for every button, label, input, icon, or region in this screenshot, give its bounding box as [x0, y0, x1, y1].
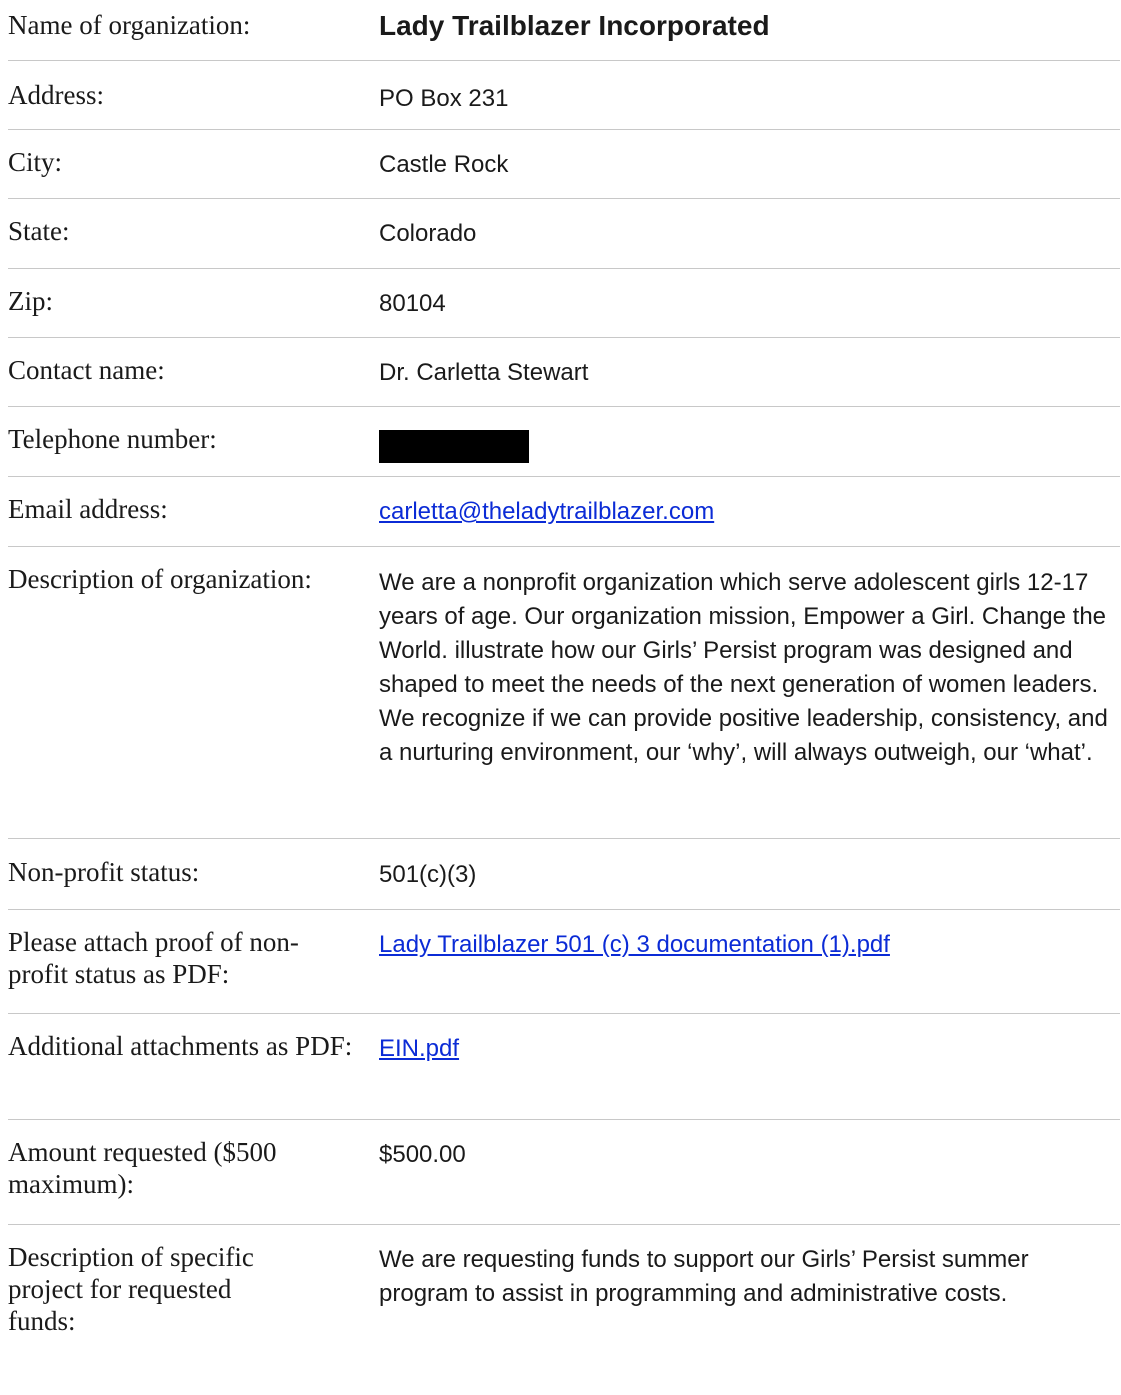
- proof-attachment-value: Lady Trailblazer 501 (c) 3 documentation…: [379, 926, 1120, 962]
- city-value: Castle Rock: [379, 151, 509, 178]
- email-label: Email address:: [8, 494, 168, 524]
- nonprofit-status-value: 501(c)(3): [379, 861, 477, 888]
- address-value: PO Box 231: [379, 85, 509, 112]
- amount-requested-value: $500.00: [379, 1141, 466, 1168]
- ein-attachment-link[interactable]: EIN.pdf: [379, 1035, 459, 1062]
- row-state: State: Colorado: [8, 199, 1120, 269]
- row-additional-attachments: Additional attachments as PDF: EIN.pdf: [8, 1014, 1120, 1120]
- organization-description-label: Description of organization:: [8, 564, 312, 594]
- additional-attachments-value: EIN.pdf: [379, 1030, 1120, 1066]
- state-value: Colorado: [379, 220, 477, 247]
- proof-attachment-link[interactable]: Lady Trailblazer 501 (c) 3 documentation…: [379, 931, 890, 958]
- row-address: Address: PO Box 231: [8, 61, 1120, 130]
- organization-name-label: Name of organization:: [8, 10, 251, 40]
- organization-description-value: We are a nonprofit organization which se…: [379, 569, 1108, 766]
- row-contact-name: Contact name: Dr. Carletta Stewart: [8, 338, 1120, 407]
- row-zip: Zip: 80104: [8, 269, 1120, 338]
- telephone-value: [379, 423, 1120, 473]
- email-value: carletta@theladytrailblazer.com: [379, 493, 1120, 529]
- additional-attachments-label: Additional attachments as PDF:: [8, 1031, 353, 1061]
- grant-application-form: Name of organization: Lady Trailblazer I…: [8, 0, 1120, 1365]
- contact-name-label: Contact name:: [8, 355, 165, 385]
- row-project-description: Description of specific project for requ…: [8, 1225, 1120, 1365]
- amount-requested-label: Amount requested ($500 maximum):: [8, 1137, 277, 1199]
- row-telephone: Telephone number:: [8, 407, 1120, 477]
- row-proof-attachment: Please attach proof of non-profit status…: [8, 910, 1120, 1014]
- address-label: Address:: [8, 80, 104, 110]
- zip-label: Zip:: [8, 286, 53, 316]
- row-organization-name: Name of organization: Lady Trailblazer I…: [8, 0, 1120, 61]
- email-link[interactable]: carletta@theladytrailblazer.com: [379, 498, 714, 525]
- project-description-label: Description of specific project for requ…: [8, 1242, 254, 1336]
- row-email: Email address: carletta@theladytrailblaz…: [8, 477, 1120, 547]
- state-label: State:: [8, 216, 70, 246]
- nonprofit-status-label: Non-profit status:: [8, 857, 200, 887]
- city-label: City:: [8, 147, 63, 177]
- contact-name-value: Dr. Carletta Stewart: [379, 359, 589, 386]
- row-nonprofit-status: Non-profit status: 501(c)(3): [8, 839, 1120, 910]
- zip-value: 80104: [379, 290, 446, 317]
- row-city: City: Castle Rock: [8, 130, 1120, 199]
- row-amount-requested: Amount requested ($500 maximum): $500.00: [8, 1120, 1120, 1225]
- redaction-block: [379, 430, 529, 463]
- row-organization-description: Description of organization: We are a no…: [8, 547, 1120, 839]
- proof-attachment-label: Please attach proof of non-profit status…: [8, 927, 299, 989]
- project-description-value: We are requesting funds to support our G…: [379, 1246, 1029, 1307]
- telephone-label: Telephone number:: [8, 424, 217, 454]
- organization-name-value: Lady Trailblazer Incorporated: [379, 10, 770, 41]
